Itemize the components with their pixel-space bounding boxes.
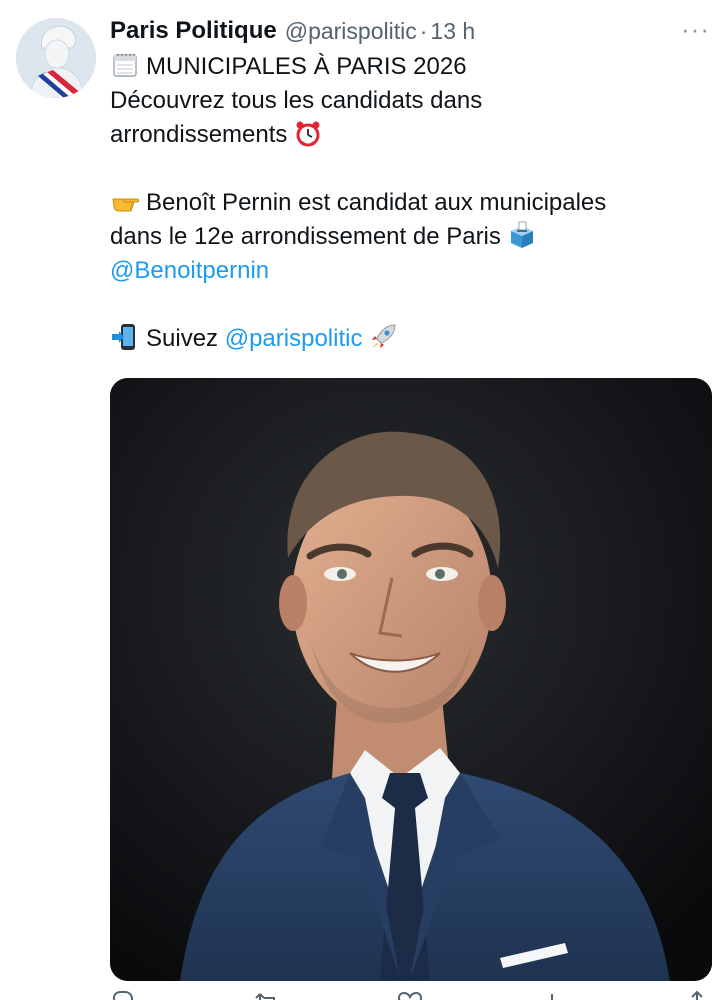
mention-parispolitic[interactable]: @parispolitic — [225, 325, 363, 352]
tweet-timestamp[interactable]: 13 h — [430, 18, 475, 45]
tweet-headline: MUNICIPALES À PARIS 2026 — [146, 53, 467, 80]
candidate-portrait-image — [110, 378, 712, 981]
author-handle[interactable]: @parispolitic — [285, 18, 417, 45]
tweet: Paris Politique @parispolitic · 13 h ···… — [0, 0, 728, 1000]
ballot-box-icon — [507, 220, 537, 250]
mention-benoitpernin[interactable]: @Benoitpernin — [110, 257, 269, 284]
phone-arrow-icon — [110, 322, 140, 352]
follow-prefix: Suivez — [146, 325, 219, 352]
tweet-line-text: Découvrez tous les candidats dans — [110, 87, 483, 114]
tweet-actions — [110, 990, 710, 1000]
retweet-icon[interactable] — [254, 990, 280, 1000]
tweet-line: @Benoitpernin — [110, 254, 710, 288]
marianne-avatar-icon — [16, 18, 96, 98]
rocket-icon — [368, 322, 398, 352]
like-icon[interactable] — [397, 990, 423, 1000]
tweet-header: Paris Politique @parispolitic · 13 h ··· — [110, 14, 712, 48]
tweet-line: MUNICIPALES À PARIS 2026 — [110, 50, 710, 84]
alarm-clock-icon — [293, 118, 323, 148]
avatar[interactable] — [16, 18, 96, 98]
separator-dot: · — [419, 17, 428, 44]
tweet-line-text: Benoît Pernin est candidat aux municipal… — [146, 189, 607, 216]
tweet-line: Suivez @parispolitic — [110, 322, 710, 356]
share-icon[interactable] — [684, 990, 710, 1000]
tweet-line: Découvrez tous les candidats dans — [110, 84, 710, 118]
reply-icon[interactable] — [110, 990, 136, 1000]
tweet-line-text: dans le 12e arrondissement de Paris — [110, 223, 501, 250]
pointing-hand-icon — [110, 186, 140, 216]
tweet-photo[interactable] — [110, 378, 712, 981]
more-options-icon[interactable]: ··· — [681, 14, 710, 44]
tweet-line-text: arrondissements — [110, 121, 288, 148]
tweet-text: MUNICIPALES À PARIS 2026 Découvrez tous … — [110, 50, 710, 356]
views-icon[interactable] — [541, 990, 567, 1000]
calendar-icon — [110, 50, 140, 80]
author-display-name[interactable]: Paris Politique — [110, 17, 277, 45]
tweet-line: dans le 12e arrondissement de Paris — [110, 220, 710, 254]
tweet-line: arrondissements — [110, 118, 710, 152]
tweet-line: Benoît Pernin est candidat aux municipal… — [110, 186, 710, 220]
